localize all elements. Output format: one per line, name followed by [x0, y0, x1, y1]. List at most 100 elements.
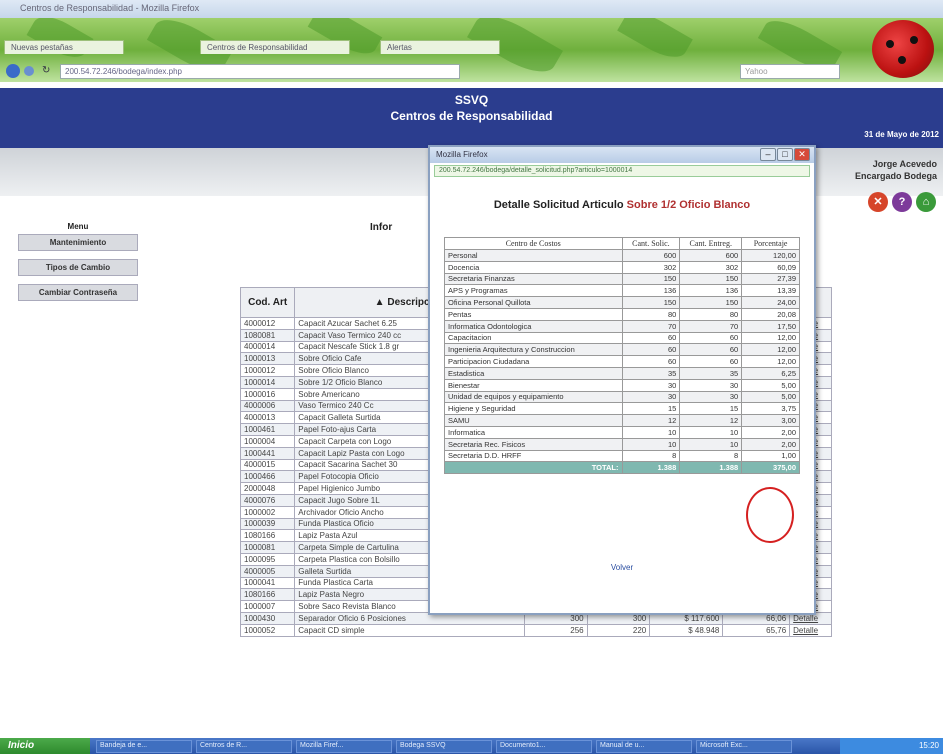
cost-cell: 3,75 — [741, 402, 800, 416]
taskbar-item[interactable]: Centros de R... — [196, 740, 292, 753]
table-cell: 1000013 — [239, 352, 296, 366]
cost-cell: Secretaria Rec. Fisicos — [444, 437, 623, 451]
table-cell: 1000441 — [239, 446, 296, 460]
browser-tab-1[interactable]: Nuevas pestañas — [4, 40, 124, 54]
cost-cell: Participacion Ciudadana — [444, 355, 623, 368]
cost-cell: 6,25 — [741, 366, 800, 380]
table-cell: 1000430 — [239, 611, 296, 625]
cost-cell: Pentas — [444, 307, 623, 321]
cost-cell: 24,00 — [741, 296, 800, 309]
cost-center-row: Personal 600 600 120,00 — [444, 249, 800, 262]
table-cell: 4000005 — [239, 564, 296, 578]
home-icon[interactable]: ⌂ — [916, 192, 936, 212]
table-cell: 1080081 — [239, 328, 296, 342]
table-cell: 1000007 — [239, 600, 296, 613]
cost-center-row: Unidad de equipos y equipamiento 30 30 5,00 — [444, 390, 800, 404]
logout-icon[interactable]: ✕ — [868, 192, 888, 212]
header-org: SSVQ — [454, 93, 489, 107]
table-cell: 1080166 — [239, 529, 296, 543]
browser-tab-2[interactable]: Centros de Responsabilidad — [200, 40, 350, 54]
cost-center-row: Informatica 10 10 2,00 — [444, 425, 800, 439]
cost-cell: 12,00 — [741, 331, 800, 345]
table-cell: 1000041 — [239, 576, 296, 590]
cost-cell: APS y Programas — [444, 284, 623, 298]
table-cell: 1000095 — [239, 552, 296, 566]
table-cell: 1000461 — [239, 423, 296, 436]
cost-cell: 302 — [679, 260, 743, 274]
table-cell: 1000039 — [239, 517, 296, 531]
page-title: Centros de Responsabilidad — [390, 109, 553, 123]
address-bar[interactable]: 200.54.72.246/bodega/index.php — [60, 64, 460, 79]
cost-cell: 150 — [679, 272, 743, 286]
cost-cell: 35 — [621, 366, 681, 380]
table-cell: 4000013 — [239, 411, 296, 425]
page-header: SSVQ Centros de Responsabilidad 31 de Ma… — [0, 88, 943, 148]
cost-cell: 60 — [621, 355, 681, 368]
cost-cell: 302 — [621, 260, 681, 274]
cost-cell: 80 — [679, 307, 743, 321]
cost-cell: 5,00 — [741, 378, 800, 392]
forward-icon[interactable] — [24, 66, 34, 76]
cost-cell: Secretaria D.D. HRFF — [444, 449, 623, 463]
table-row: 1000052 Capacit CD simple 256 220 $ 48.948 65… — [239, 623, 832, 637]
taskbar-item[interactable]: Bandeja de e... — [96, 740, 192, 753]
cost-cell: 150 — [621, 296, 681, 309]
back-link[interactable]: Volver — [430, 563, 814, 572]
cost-center-row: Estadistica 35 35 6,25 — [444, 366, 800, 380]
menu-item-mantenimiento[interactable]: Mantenimiento — [18, 234, 138, 251]
table-cell: 4000006 — [239, 399, 296, 413]
cost-cell: 30 — [679, 378, 743, 392]
cost-cell: 10 — [679, 425, 743, 439]
cost-cell: 136 — [621, 284, 681, 298]
browser-tab-3[interactable]: Alertas — [380, 40, 500, 54]
maximize-icon[interactable]: □ — [777, 148, 793, 161]
cost-center-row: Pentas 80 80 20,08 — [444, 307, 800, 321]
cost-cell: 60 — [679, 331, 743, 345]
minimize-icon[interactable]: – — [760, 148, 776, 161]
taskbar-item[interactable]: Bodega SSVQ — [396, 740, 492, 753]
help-icon[interactable]: ? — [892, 192, 912, 212]
report-heading: Infor — [370, 222, 393, 233]
taskbar-item[interactable]: Manual de u... — [596, 740, 692, 753]
cost-cell: Oficina Personal Quillota — [444, 296, 623, 309]
taskbar-item[interactable]: Mozilla Firef... — [296, 740, 392, 753]
total-label: TOTAL: — [444, 461, 623, 475]
reload-icon[interactable]: ↻ — [42, 65, 50, 76]
detalle-link[interactable]: Detalle — [789, 623, 832, 637]
detail-popup-window: Mozilla Firefox – □ ✕ 200.54.72.246/bode… — [428, 145, 816, 615]
start-button[interactable]: Inicio — [0, 738, 90, 754]
user-role: Encargado Bodega — [854, 171, 937, 181]
cost-cell: Capacitacion — [444, 331, 623, 345]
cost-table-header: Centro de Costos Cant. Solic. Cant. Entr… — [444, 237, 800, 250]
cost-center-row: Participacion Ciudadana 60 60 12,00 — [444, 355, 800, 368]
col-cod-art[interactable]: Cod. Art — [239, 287, 296, 318]
cost-cell: 60 — [679, 355, 743, 368]
popup-title: Mozilla Firefox — [436, 150, 488, 159]
cost-cell: Secretaria Finanzas — [444, 272, 623, 286]
menu-item-tipos-cambio[interactable]: Tipos de Cambio — [18, 259, 138, 276]
cost-cell: 150 — [621, 272, 681, 286]
table-cell: 4000015 — [239, 458, 296, 472]
taskbar-item[interactable]: Microsoft Exc... — [696, 740, 792, 753]
popup-url-bar[interactable]: 200.54.72.246/bodega/detalle_solicitud.p… — [434, 165, 810, 177]
popup-heading-label: Detalle Solicitud Articulo — [493, 199, 624, 211]
cost-cell: 30 — [621, 378, 681, 392]
search-input[interactable]: Yahoo — [740, 64, 840, 79]
table-cell: 4000012 — [239, 317, 296, 330]
cost-cell: Bienestar — [444, 378, 623, 392]
header-date: 31 de Mayo de 2012 — [864, 130, 939, 139]
cost-cell: 13,39 — [741, 284, 800, 298]
taskbar-item[interactable]: Documento1... — [496, 740, 592, 753]
close-icon[interactable]: ✕ — [794, 148, 810, 161]
cost-center-row: Docencia 302 302 60,09 — [444, 260, 800, 274]
user-name: Jorge Acevedo — [872, 159, 937, 169]
cost-cell: 1,00 — [741, 449, 800, 463]
cost-cell: 60 — [679, 343, 743, 357]
cost-cell: 60 — [621, 331, 681, 345]
cost-cell: 80 — [621, 307, 681, 321]
cost-cell: 70 — [621, 319, 681, 333]
cost-cell: 3,00 — [741, 414, 800, 427]
cost-cell: 8 — [679, 449, 743, 463]
back-icon[interactable] — [6, 64, 20, 78]
menu-item-cambiar-contrasena[interactable]: Cambiar Contraseña — [18, 284, 138, 301]
